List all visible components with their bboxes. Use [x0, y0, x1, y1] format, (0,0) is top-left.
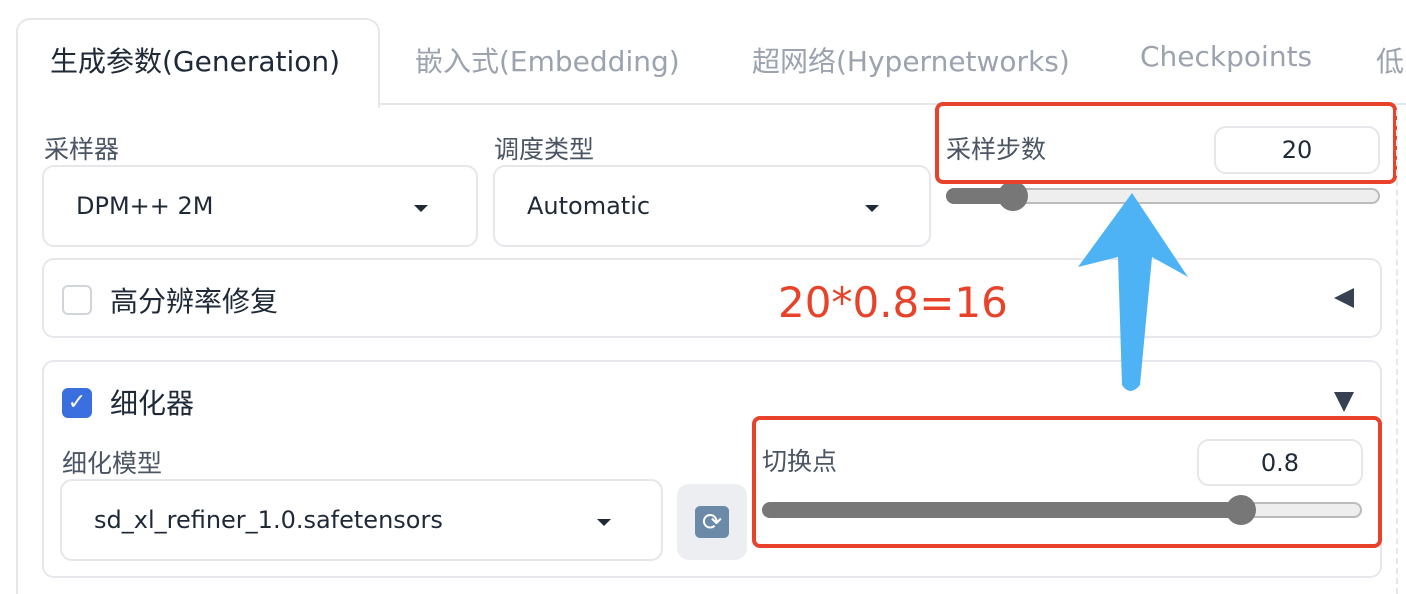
annotation-formula: 20*0.8=16 [778, 278, 1008, 327]
collapse-left-icon[interactable] [1334, 288, 1354, 308]
chevron-down-icon [597, 519, 611, 526]
highlight-box-steps [935, 102, 1397, 184]
tab-checkpoints[interactable]: Checkpoints [1140, 40, 1312, 73]
column-divider [1396, 110, 1398, 594]
content-border-left [16, 105, 18, 594]
refiner-model-value: sd_xl_refiner_1.0.safetensors [94, 506, 443, 534]
tab-hypernetworks[interactable]: 超网络(Hypernetworks) [752, 40, 1070, 80]
sampler-select[interactable]: DPM++ 2M [42, 165, 478, 247]
refiner-label: 细化器 [110, 387, 195, 420]
refresh-icon: ⟳ [695, 506, 729, 538]
tab-embedding[interactable]: 嵌入式(Embedding) [415, 40, 680, 80]
scheduler-value: Automatic [527, 192, 651, 220]
refiner-model-label: 细化模型 [62, 449, 163, 478]
annotation-arrow-icon [1078, 193, 1188, 391]
refiner-checkbox-check-icon[interactable]: ✓ [62, 388, 92, 418]
scheduler-label: 调度类型 [494, 135, 595, 164]
hires-label: 高分辨率修复 [110, 285, 279, 318]
steps-slider-thumb[interactable] [997, 181, 1028, 211]
sampler-label: 采样器 [44, 135, 120, 164]
collapse-down-icon[interactable] [1334, 392, 1354, 412]
highlight-box-switch [752, 416, 1382, 548]
scheduler-select[interactable]: Automatic [493, 165, 931, 247]
chevron-down-icon [865, 205, 879, 212]
hires-checkbox[interactable] [62, 285, 92, 315]
refiner-model-select[interactable]: sd_xl_refiner_1.0.safetensors [60, 479, 663, 561]
chevron-down-icon [414, 205, 428, 212]
tab-generation[interactable]: 生成参数(Generation) [50, 40, 340, 80]
refresh-button[interactable]: ⟳ [677, 484, 747, 560]
tab-lora[interactable]: 低 [1376, 40, 1404, 80]
sampler-value: DPM++ 2M [76, 192, 214, 220]
